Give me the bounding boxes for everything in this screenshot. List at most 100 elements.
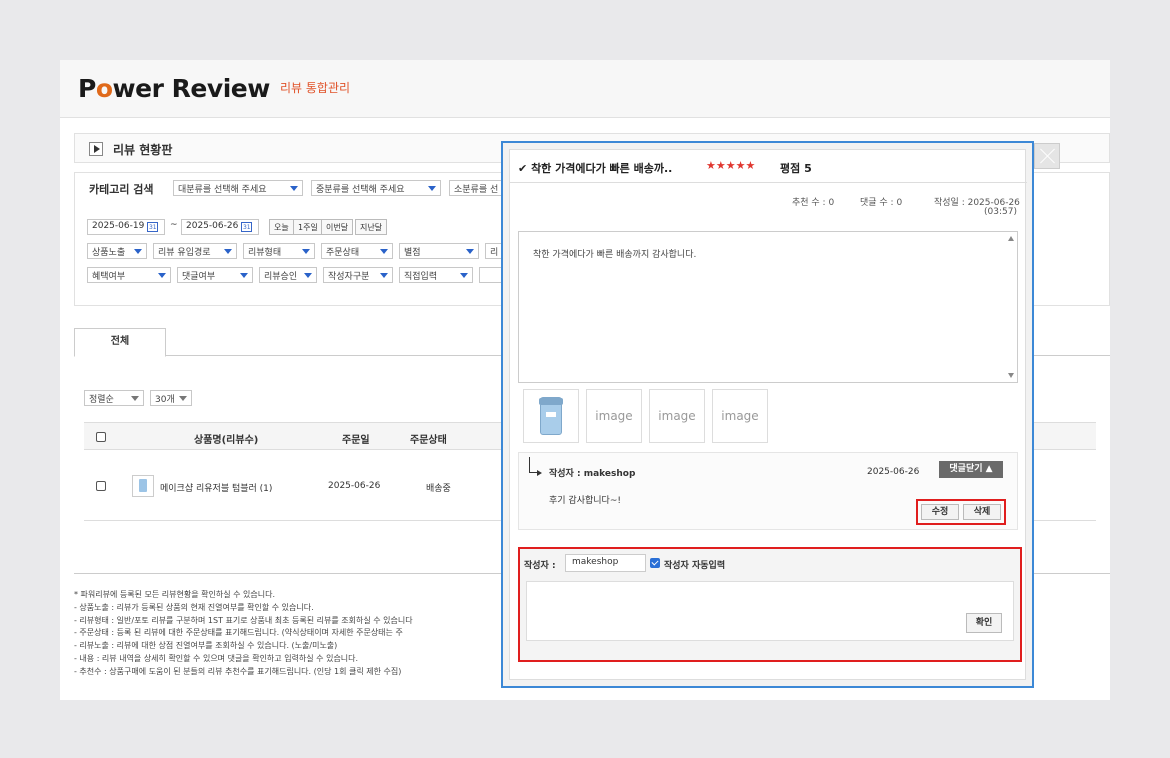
comment-select[interactable]: 댓글여부	[177, 267, 253, 283]
category-middle-select[interactable]: 중분류를 선택해 주세요	[311, 180, 441, 196]
close-icon[interactable]	[1034, 143, 1060, 169]
comment-writer-highlight: 작성자 : makeshop 작성자 자동입력 확인	[518, 547, 1022, 662]
col-product: 상품명(리뷰수)	[194, 435, 259, 446]
review-title: ✔ 착한 가격에다가 빠른 배송까..	[518, 160, 672, 176]
chevron-down-icon	[134, 249, 142, 254]
note-line: * 파워리뷰에 등록된 모든 리뷰현황을 확인하실 수 있습니다.	[74, 590, 275, 599]
review-type-select[interactable]: 리뷰형태	[243, 243, 315, 259]
review-approval-select[interactable]: 리뷰승인	[259, 267, 317, 283]
this-month-button[interactable]: 이번달	[321, 219, 354, 235]
tab-all[interactable]: 전체	[74, 328, 166, 357]
review-content-area[interactable]: 착한 가격에다가 빠른 배송까지 감사합니다.	[518, 231, 1018, 383]
select-value: 상품노출	[92, 248, 126, 258]
popup-body: ✔ 착한 가격에다가 빠른 배송까.. ★★★★★ 평점 5 추천 수 : 0 …	[509, 149, 1027, 680]
select-value: 별점	[404, 248, 421, 258]
scroll-up-icon[interactable]	[1008, 236, 1014, 241]
reply-actions-highlight: 수정 삭제	[916, 499, 1006, 525]
comment-textarea[interactable]	[526, 581, 1014, 641]
select-value: 리뷰 유입경로	[158, 248, 211, 258]
row-order-date: 2025-06-26	[328, 481, 381, 491]
product-display-select[interactable]: 상품노출	[87, 243, 147, 259]
review-image-2[interactable]: image	[586, 389, 642, 443]
category-major-select[interactable]: 대분류를 선택해 주세요	[173, 180, 303, 196]
writer-name-input[interactable]: makeshop	[565, 554, 646, 572]
note-line: - 내용 : 리뷰 내역을 상세히 확인할 수 있으며 댓글을 확인하고 입력하…	[74, 653, 359, 663]
chevron-down-icon	[290, 186, 298, 191]
chevron-down-icon	[380, 273, 388, 278]
select-value: 소분류를 선	[454, 185, 499, 195]
review-image-3[interactable]: image	[649, 389, 705, 443]
review-source-select[interactable]: 리뷰 유입경로	[153, 243, 237, 259]
note-line: - 리뷰형태 : 일반/포토 리뷰를 구분하며 1ST 표기로 상품내 최초 등…	[74, 615, 413, 625]
rating-stars: ★★★★★	[706, 159, 756, 172]
date-from-input[interactable]: 2025-06-19 31	[87, 219, 165, 235]
col-order-status: 주문상태	[410, 435, 447, 446]
select-value: 정렬순	[89, 395, 114, 405]
today-button[interactable]: 오늘	[269, 219, 294, 235]
select-value: 리	[490, 248, 499, 258]
calendar-icon[interactable]: 31	[147, 222, 159, 232]
date-from-value: 2025-06-19	[92, 221, 145, 231]
help-notes: * 파워리뷰에 등록된 모든 리뷰현황을 확인하실 수 있습니다. - 상품노출…	[74, 589, 514, 679]
reply-arrow-icon	[529, 457, 537, 473]
order-status-select[interactable]: 주문상태	[321, 243, 393, 259]
note-line: - 리뷰노출 : 리뷰에 대한 상점 진열여부를 조회하실 수 있습니다. (노…	[74, 641, 338, 651]
select-all-checkbox[interactable]	[96, 432, 106, 442]
select-value: 중분류를 선택해 주세요	[316, 185, 405, 195]
row-checkbox[interactable]	[96, 481, 106, 491]
confirm-button[interactable]: 확인	[966, 613, 1002, 633]
date-to-input[interactable]: 2025-06-26 31	[181, 219, 259, 235]
review-image-1[interactable]	[523, 389, 579, 443]
review-image-4[interactable]: image	[712, 389, 768, 443]
chevron-down-icon	[428, 186, 436, 191]
row-product-name[interactable]: 메이크샵 리유저블 텀블러 (1)	[160, 481, 272, 494]
close-comments-button[interactable]: 댓글닫기 ▲	[939, 461, 1003, 478]
rating-select[interactable]: 별점	[399, 243, 479, 259]
reply-arrowhead-icon	[537, 470, 542, 476]
reply-body: 후기 감사합니다~!	[549, 496, 621, 506]
edit-button[interactable]: 수정	[921, 504, 959, 520]
check-icon: ✔	[518, 162, 528, 175]
category-search-label: 카테고리 검색	[89, 183, 154, 196]
select-value: 혜택여부	[92, 272, 126, 282]
rating-score: 평점 5	[780, 162, 812, 175]
select-value: 작성자구분	[328, 272, 370, 282]
page-size-select[interactable]: 30개	[150, 390, 192, 406]
board-title: 리뷰 현황판	[113, 143, 173, 157]
header-subtitle[interactable]: 리뷰 통합관리	[280, 79, 350, 96]
note-line: - 상품노출 : 리뷰가 등록된 상품의 현재 진열여부를 확인할 수 있습니다…	[74, 602, 314, 612]
chevron-down-icon	[131, 396, 139, 401]
screen-frame: Power Review 리뷰 통합관리 리뷰 현황판 카테고리 검색 대분류를…	[0, 0, 1170, 758]
category-minor-select[interactable]: 소분류를 선	[449, 180, 509, 196]
power-review-logo[interactable]: Power Review	[78, 74, 270, 103]
writer-type-select[interactable]: 작성자구분	[323, 267, 393, 283]
divider	[510, 182, 1027, 183]
col-order-date: 주문일	[342, 435, 370, 446]
benefit-select[interactable]: 혜택여부	[87, 267, 171, 283]
comment-count: 댓글 수 : 0	[860, 198, 903, 208]
review-content-text: 착한 가격에다가 빠른 배송까지 감사합니다.	[533, 250, 697, 260]
auto-writer-label: 작성자 자동입력	[664, 561, 726, 571]
delete-button[interactable]: 삭제	[963, 504, 1001, 520]
auto-writer-checkbox[interactable]	[650, 558, 660, 568]
tumbler-image	[539, 397, 563, 435]
writer-label: 작성자 :	[524, 561, 556, 571]
reply-date: 2025-06-26	[867, 467, 920, 477]
one-week-button[interactable]: 1주일	[293, 219, 323, 235]
chevron-down-icon	[380, 249, 388, 254]
calendar-icon[interactable]: 31	[241, 222, 253, 232]
note-line: - 주문상태 : 등록 된 리뷰에 대한 주문상태를 표기해드립니다. (약식상…	[74, 628, 403, 638]
select-value: 댓글여부	[182, 272, 216, 282]
chevron-down-icon	[302, 249, 310, 254]
scroll-down-icon[interactable]	[1008, 373, 1014, 378]
last-month-button[interactable]: 지난달	[355, 219, 388, 235]
chevron-down-icon	[224, 249, 232, 254]
sort-select[interactable]: 정렬순	[84, 390, 144, 406]
select-value: 리뷰형태	[248, 248, 282, 258]
review-title-text: 착한 가격에다가 빠른 배송까..	[531, 162, 673, 175]
select-value: 리뷰승인	[264, 272, 298, 282]
direct-input-select[interactable]: 직접입력	[399, 267, 473, 283]
select-value: 주문상태	[326, 248, 360, 258]
select-value: 대분류를 선택해 주세요	[178, 185, 267, 195]
select-value: 직접입력	[404, 272, 438, 282]
